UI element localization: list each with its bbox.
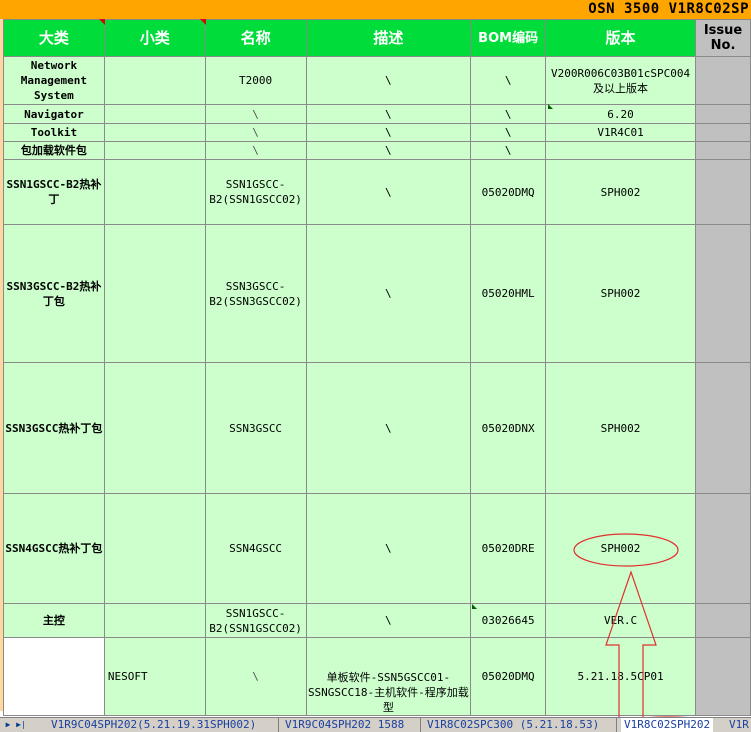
highlight-ellipse	[573, 533, 679, 567]
sheet-tab[interactable]: V1R	[726, 718, 751, 732]
last-sheet-button[interactable]: ▶|	[16, 719, 26, 731]
next-sheet-button[interactable]: ▶	[3, 719, 13, 731]
sheet-tab-bar: ▶ ▶| V1R9C04SPH202(5.21.19.31SPH002) V1R…	[0, 717, 751, 732]
tab-separator	[616, 718, 617, 732]
tab-separator	[420, 718, 421, 732]
sheet-tab[interactable]: V1R9C04SPH202 1588	[282, 718, 407, 732]
sheet-tab[interactable]: V1R9C04SPH202(5.21.19.31SPH002)	[48, 718, 259, 732]
sheet-tab-active[interactable]: V1R8C02SPH202	[621, 718, 714, 732]
sheet-tab[interactable]: V1R8C02SPC300 (5.21.18.53)	[424, 718, 602, 732]
tab-separator	[278, 718, 279, 732]
annotation-overlay	[573, 533, 719, 731]
highlight-arrow	[605, 570, 657, 723]
